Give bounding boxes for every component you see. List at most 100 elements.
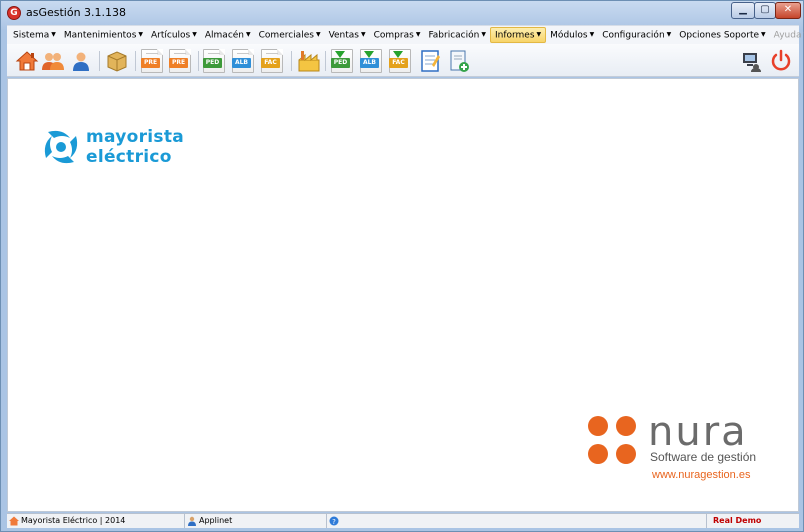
doc-tag: PRE (141, 58, 160, 68)
chevron-down-icon: ▼ (138, 31, 144, 38)
chevron-down-icon: ▼ (666, 31, 672, 38)
status-company-text: Mayorista Eléctrico | 2014 (21, 516, 126, 525)
status-user: Applinet (185, 514, 327, 528)
user-icon (188, 516, 196, 526)
chevron-down-icon: ▼ (315, 31, 321, 38)
chevron-down-icon: ▼ (415, 31, 421, 38)
pedido-venta-icon[interactable]: PED (203, 49, 227, 73)
doc-tag: ALB (232, 58, 251, 68)
menu-label: Ventas (328, 30, 359, 41)
toolbar-separator (325, 51, 326, 71)
company-logo: mayorista eléctrico (40, 126, 200, 170)
menu-label: Módulos (550, 30, 588, 41)
menu-opciones-soporte[interactable]: Opciones Soporte ▼ (675, 27, 769, 43)
albaran-venta-icon[interactable]: ALB (232, 49, 256, 73)
menu-label: Artículos (151, 30, 191, 41)
company-logo-text: mayorista eléctrico (86, 127, 184, 167)
arrow-down-icon (393, 51, 403, 58)
menu-informes[interactable]: Informes ▼ (489, 27, 547, 43)
document-icon: PRE (169, 49, 191, 73)
menu-label: Compras (373, 30, 414, 41)
svg-text:?: ? (332, 518, 336, 526)
document-icon: PRE (141, 49, 163, 73)
notebook-icon[interactable] (418, 49, 442, 73)
menu-ayuda: Ayuda▼ (770, 27, 804, 43)
chevron-down-icon: ▼ (536, 31, 542, 38)
user-icon[interactable] (69, 49, 93, 73)
menu-ventas[interactable]: Ventas ▼ (325, 27, 370, 43)
chevron-down-icon: ▼ (51, 31, 56, 38)
vendor-logo: nura Software de gestión www.nuragestion… (586, 412, 776, 486)
menu-label: Almacén (204, 30, 245, 41)
menu-comerciales[interactable]: Comerciales ▼ (255, 27, 325, 43)
home-icon[interactable] (15, 49, 39, 73)
menu-sistema[interactable]: Sistema ▼ (9, 27, 60, 43)
chevron-down-icon: ▼ (246, 31, 251, 38)
menu-fabricacion[interactable]: Fabricación ▼ (424, 27, 490, 43)
menu-articulos[interactable]: Artículos ▼ (147, 27, 201, 43)
doc-tag: PRE (169, 58, 188, 68)
menu-configuracion[interactable]: Configuración ▼ (598, 27, 675, 43)
menu-label: Sistema (13, 30, 50, 41)
status-user-text: Applinet (199, 516, 233, 525)
arrow-down-icon (364, 51, 374, 58)
new-document-icon[interactable] (447, 49, 471, 73)
menu-bar: Sistema ▼ Mantenimientos ▼ Artículos ▼ Alma… (7, 25, 804, 44)
factory-icon[interactable] (297, 49, 321, 73)
company-logo-line1: mayorista (86, 127, 185, 147)
menu-almacen[interactable]: Almacén ▼ (201, 27, 255, 43)
albaran-compra-icon[interactable]: ALB (360, 49, 384, 73)
doc-tag: PED (331, 58, 350, 68)
factura-venta-icon[interactable]: FAC (261, 49, 285, 73)
company-logo-mark (44, 130, 78, 164)
pedido-compra-icon[interactable]: PED (331, 49, 355, 73)
presupuesto-icon[interactable]: PRE (141, 49, 165, 73)
toolbar-separator (291, 51, 292, 71)
power-icon[interactable] (769, 49, 793, 73)
toolbar: PRE PRE PED ALB FAC PED ALB FAC (7, 44, 799, 77)
toolbar-separator (99, 51, 100, 71)
title-bar[interactable]: G asGestión 3.1.138 ▁ ▢ ✕ (1, 1, 803, 25)
box-icon[interactable] (105, 49, 129, 73)
menu-label: Informes (494, 30, 535, 41)
document-icon: PED (203, 49, 225, 73)
menu-label: Configuración (602, 30, 665, 41)
maximize-button[interactable]: ▢ (754, 2, 776, 19)
window-title: asGestión 3.1.138 (26, 6, 127, 19)
nura-tagline: Software de gestión (650, 450, 757, 464)
doc-tag: PED (203, 58, 222, 68)
document-icon: ALB (232, 49, 254, 73)
nura-brand: nura (648, 409, 748, 455)
chevron-down-icon: ▼ (481, 31, 486, 38)
company-logo-line2: eléctrico (86, 147, 172, 167)
main-workspace: mayorista eléctrico nura Software de ges… (7, 78, 799, 512)
toolbar-separator (135, 51, 136, 71)
toolbar-separator (198, 51, 199, 71)
document-icon: PED (331, 49, 353, 73)
doc-tag: ALB (360, 58, 379, 68)
menu-modulos[interactable]: Módulos ▼ (546, 27, 598, 43)
factura-compra-icon[interactable]: FAC (389, 49, 413, 73)
chevron-down-icon: ▼ (589, 31, 595, 38)
close-button[interactable]: ✕ (775, 2, 801, 19)
menu-compras[interactable]: Compras ▼ (370, 27, 425, 43)
menu-label: Opciones Soporte (679, 30, 760, 41)
nura-logo-mark (588, 416, 636, 464)
home-icon (9, 516, 19, 526)
doc-tag: FAC (389, 58, 408, 68)
app-icon[interactable]: G (7, 6, 21, 20)
users-icon[interactable] (41, 49, 65, 73)
minimize-button[interactable]: ▁ (731, 2, 755, 19)
status-bar: Mayorista Eléctrico | 2014 Applinet ? Re… (7, 513, 799, 528)
document-icon: FAC (261, 49, 283, 73)
status-help: ? (327, 514, 707, 528)
help-icon[interactable]: ? (329, 516, 339, 526)
document-icon: ALB (360, 49, 382, 73)
chevron-down-icon: ▼ (361, 31, 366, 38)
presupuesto-compra-icon[interactable]: PRE (169, 49, 193, 73)
menu-label: Comerciales (258, 30, 314, 41)
nura-website-link[interactable]: www.nuragestion.es (652, 469, 750, 481)
app-window: G asGestión 3.1.138 ▁ ▢ ✕ Sistema ▼ Mante… (0, 0, 804, 532)
menu-mantenimientos[interactable]: Mantenimientos ▼ (60, 27, 147, 43)
network-user-icon[interactable] (739, 49, 763, 73)
